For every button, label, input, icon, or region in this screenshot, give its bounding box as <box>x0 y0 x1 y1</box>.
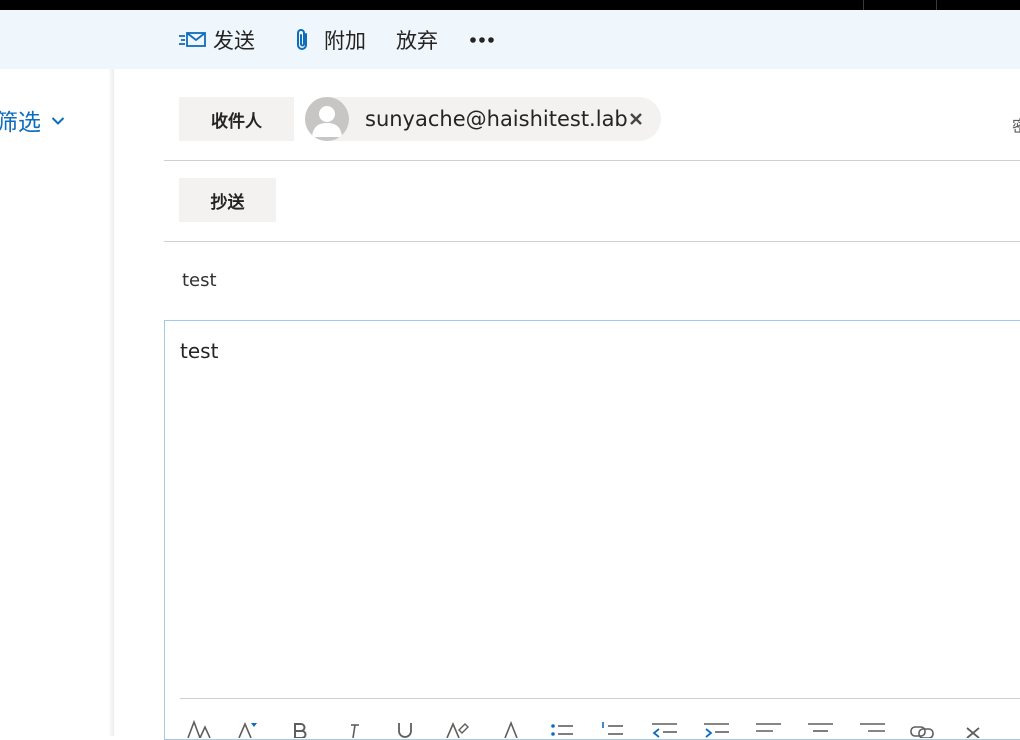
message-body-editor[interactable]: test <box>164 320 1020 740</box>
to-button[interactable]: 收件人 <box>179 97 294 141</box>
send-button[interactable]: 发送 <box>179 10 255 69</box>
bold-icon[interactable] <box>287 718 317 738</box>
send-icon <box>179 29 207 51</box>
top-strip-separator <box>863 0 864 10</box>
paperclip-icon <box>294 27 312 53</box>
avatar-icon <box>305 97 349 141</box>
increase-indent-icon[interactable] <box>701 718 731 738</box>
send-button-label: 发送 <box>213 28 255 53</box>
more-formatting-icon[interactable] <box>959 718 989 738</box>
top-strip-separator <box>936 0 937 10</box>
font-icon[interactable] <box>186 718 216 738</box>
more-button[interactable] <box>469 10 495 69</box>
cc-button-label: 抄送 <box>210 192 245 213</box>
italic-icon[interactable] <box>341 718 371 738</box>
insert-link-icon[interactable] <box>907 718 937 738</box>
numbered-list-icon[interactable] <box>597 718 627 738</box>
align-left-icon[interactable] <box>753 718 783 738</box>
cc-button[interactable]: 抄送 <box>179 178 276 222</box>
subject-input[interactable]: test <box>182 270 217 291</box>
filter-button[interactable]: 筛选 <box>0 105 65 136</box>
attach-button-label: 附加 <box>324 28 366 53</box>
format-toolbar-divider <box>180 698 1020 699</box>
cc-row-divider <box>164 241 1020 242</box>
close-icon[interactable] <box>625 108 647 130</box>
pane-shadow <box>108 69 114 736</box>
command-bar: 发送 附加 放弃 <box>0 10 1020 69</box>
message-body-text: test <box>180 339 219 363</box>
more-horizontal-icon <box>469 36 495 44</box>
filter-label: 筛选 <box>0 110 41 136</box>
attach-button[interactable]: 附加 <box>294 10 366 69</box>
window-top-strip <box>0 0 1020 10</box>
to-button-label: 收件人 <box>211 111 262 132</box>
chevron-down-icon <box>41 111 65 130</box>
bullet-list-icon[interactable] <box>547 718 577 738</box>
compose-pane: 收件人 sunyache@haishitest.lab 密 抄送 test te… <box>115 69 1020 740</box>
font-color-icon[interactable] <box>497 718 527 738</box>
to-row-divider <box>164 160 1020 161</box>
underline-icon[interactable] <box>391 718 421 738</box>
recipient-email: sunyache@haishitest.lab <box>365 107 628 131</box>
decrease-indent-icon[interactable] <box>649 718 679 738</box>
bcc-link-partial[interactable]: 密 <box>1012 113 1020 137</box>
discard-button-label: 放弃 <box>396 28 438 53</box>
discard-button[interactable]: 放弃 <box>396 10 438 69</box>
message-list-pane: 筛选 <box>0 69 114 736</box>
recipient-pill[interactable]: sunyache@haishitest.lab <box>305 97 661 141</box>
font-size-icon[interactable] <box>235 718 265 738</box>
align-right-icon[interactable] <box>857 718 887 738</box>
highlight-icon[interactable] <box>443 718 473 738</box>
align-center-icon[interactable] <box>805 718 835 738</box>
